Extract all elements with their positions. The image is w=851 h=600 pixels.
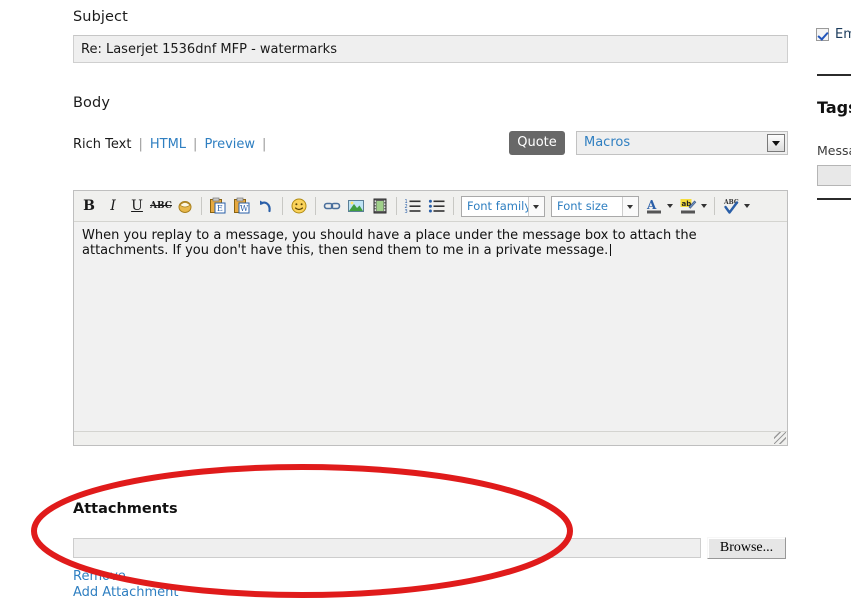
paste-from-word-icon[interactable]: W (230, 195, 254, 217)
insert-link-icon[interactable] (320, 195, 344, 217)
toolbar-separator (714, 197, 715, 215)
tab-preview[interactable]: Preview (204, 137, 255, 152)
toolbar-separator (201, 197, 202, 215)
editor-body-text: When you replay to a message, you should… (82, 228, 697, 258)
insert-image-icon[interactable] (344, 195, 368, 217)
subject-label: Subject (73, 9, 128, 25)
message-tag-label: Messa (817, 143, 851, 158)
text-color-icon[interactable]: A (642, 195, 666, 217)
chevron-down-icon[interactable] (528, 196, 544, 216)
attachment-file-input[interactable] (73, 538, 701, 558)
add-attachment-link[interactable]: Add Attachment (73, 585, 179, 600)
ordered-list-glyph: 1 2 3 (405, 199, 421, 215)
numbered-list-icon[interactable]: 1 2 3 (401, 195, 425, 217)
highlight-color-chevron-down-icon[interactable] (700, 197, 710, 215)
svg-text:W: W (240, 204, 249, 213)
font-size-select[interactable]: Font size (551, 195, 639, 217)
toolbar-separator (453, 197, 454, 215)
tab-separator-3: | (262, 137, 267, 152)
sidebar-divider-2 (817, 198, 851, 200)
body-label: Body (73, 95, 111, 111)
text-caret (610, 244, 612, 256)
italic-icon[interactable]: I (101, 195, 125, 217)
tags-heading: Tags (817, 98, 851, 117)
emoticon-icon[interactable] (287, 195, 311, 217)
film-strip-glyph (373, 198, 387, 214)
spellcheck-glyph: ABC (723, 199, 739, 214)
svg-text:A: A (646, 198, 657, 212)
undo-icon[interactable] (254, 195, 278, 217)
macros-selected-value: Macros (584, 135, 631, 150)
email-user-checkbox-row[interactable]: Em (816, 27, 851, 42)
compose-form: Subject Body Rich Text | HTML | Preview … (0, 0, 800, 600)
editor-mode-tabs: Rich Text | HTML | Preview | (73, 137, 273, 152)
attachments-heading: Attachments (73, 501, 178, 517)
tab-html[interactable]: HTML (150, 137, 186, 152)
editor-content-area[interactable]: When you replay to a message, you should… (74, 222, 787, 432)
paste-as-text-icon[interactable]: E (206, 195, 230, 217)
editor-toolbar: B I U ABC E W 1 2 3 Font family Font siz… (74, 191, 787, 222)
editor-status-bar (74, 431, 787, 445)
unordered-list-glyph (428, 199, 445, 213)
text-color-chevron-down-icon[interactable] (666, 197, 676, 215)
toolbar-separator (396, 197, 397, 215)
highlight-color-icon[interactable]: ab (676, 195, 700, 217)
smiley-glyph (291, 198, 307, 214)
svg-text:3: 3 (405, 209, 408, 215)
remove-formatting-icon[interactable] (173, 195, 197, 217)
tab-rich-text[interactable]: Rich Text (73, 137, 131, 152)
font-color-glyph: A (646, 198, 661, 214)
clipboard-word-glyph: W (234, 197, 250, 214)
underline-icon[interactable]: U (125, 195, 149, 217)
browse-button[interactable]: Browse... (707, 537, 786, 559)
remove-formatting-glyph (178, 201, 192, 213)
picture-glyph (348, 200, 364, 212)
tab-separator-2: | (193, 137, 198, 152)
strikethrough-icon[interactable]: ABC (149, 195, 173, 217)
macros-dropdown[interactable]: Macros (576, 131, 788, 155)
resize-handle[interactable] (774, 432, 786, 444)
undo-arrow-glyph (260, 200, 271, 213)
clipboard-text-glyph: E (210, 197, 226, 214)
sidebar-divider-1 (817, 74, 851, 76)
remove-attachment-link[interactable]: Remove (73, 569, 126, 584)
bullet-list-icon[interactable] (425, 195, 449, 217)
spellcheck-icon[interactable]: ABC (719, 195, 743, 217)
chain-link-glyph (323, 202, 341, 210)
quote-button[interactable]: Quote (509, 131, 565, 155)
message-tag-input[interactable] (817, 165, 851, 186)
sidebar-panel: Em Tags Messa (800, 0, 851, 599)
chevron-down-icon[interactable] (767, 134, 785, 152)
bold-icon[interactable]: B (77, 195, 101, 217)
tab-separator-1: | (138, 137, 143, 152)
toolbar-separator (282, 197, 283, 215)
toolbar-separator (315, 197, 316, 215)
insert-media-icon[interactable] (368, 195, 392, 217)
highlighter-glyph: ab (680, 199, 697, 214)
subject-input[interactable] (73, 35, 788, 63)
email-checkbox-label: Em (835, 27, 851, 42)
font-family-select[interactable]: Font family (461, 195, 545, 217)
email-checkbox[interactable] (816, 28, 829, 41)
spellcheck-chevron-down-icon[interactable] (743, 197, 753, 215)
chevron-down-icon[interactable] (622, 196, 638, 216)
rich-text-editor: B I U ABC E W 1 2 3 Font family Font siz… (73, 190, 788, 446)
svg-text:E: E (217, 204, 223, 213)
font-family-label: Font family (467, 199, 532, 213)
font-size-label: Font size (557, 199, 608, 213)
